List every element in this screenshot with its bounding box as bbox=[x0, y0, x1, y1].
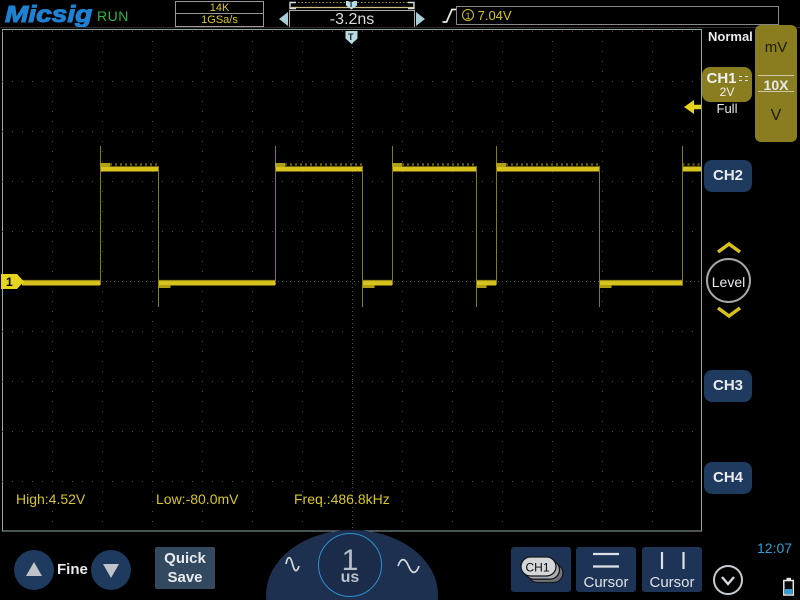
svg-text:T: T bbox=[348, 32, 354, 42]
svg-text:CH1: CH1 bbox=[526, 561, 550, 575]
svg-text:1: 1 bbox=[6, 275, 13, 289]
svg-text:T: T bbox=[349, 0, 354, 9]
